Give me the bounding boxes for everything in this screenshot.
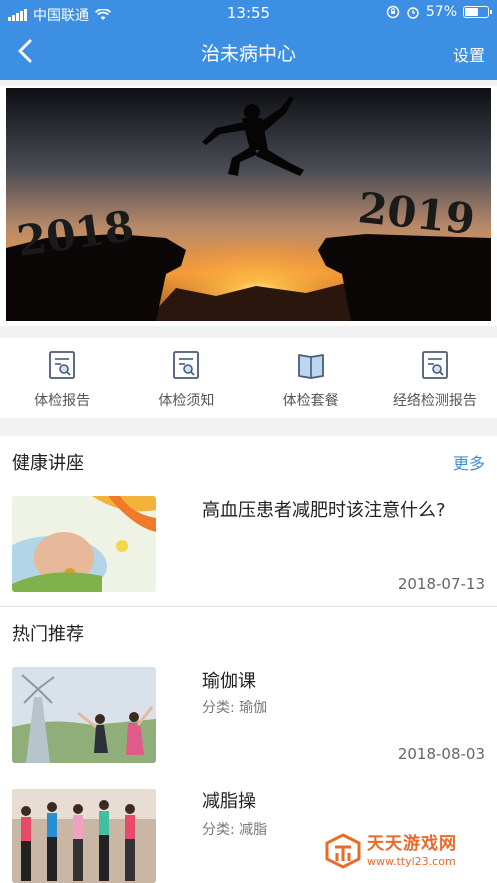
lectures-more-link[interactable]: 更多 (453, 450, 485, 474)
hot-header: 热门推荐 (0, 607, 497, 655)
status-bar: 中国联通 13:55 57% (0, 0, 497, 26)
lectures-header: 健康讲座 更多 (0, 436, 497, 484)
package-book-icon (297, 354, 324, 379)
battery-percent: 57% (425, 4, 457, 20)
yoga-thumbnail (12, 667, 156, 763)
quick-menu: 体检报告 体检须知 体检套餐 经络检测报告 (0, 338, 497, 418)
report-search-icon (49, 351, 76, 379)
rotation-lock-icon (386, 5, 400, 19)
watermark-url: www.ttyl23.com (367, 854, 456, 868)
settings-button[interactable]: 设置 (453, 42, 485, 66)
banner[interactable]: 2018 2019 (0, 86, 497, 326)
quick-item-label: 经络检测报告 (392, 393, 477, 409)
quick-item-label: 体检须知 (158, 393, 215, 409)
meridian-report-icon (421, 351, 448, 379)
lecture-item[interactable]: 高血压患者减肥时该注意什么? 2018-07-13 (0, 484, 497, 606)
hot-title: 热门推荐 (12, 624, 84, 645)
quick-item-exam-package[interactable]: 体检套餐 (249, 338, 373, 418)
nav-bar: 治未病中心 设置 (0, 26, 497, 80)
watermark-logo-icon (325, 833, 361, 869)
fat-burn-thumbnail (12, 789, 156, 883)
notice-search-icon (173, 351, 200, 379)
fat-burn-category: 分类: 减脂 (202, 822, 268, 838)
quick-item-exam-notice[interactable]: 体检须知 (124, 338, 248, 418)
watermark-title: 天天游戏网 (367, 833, 457, 854)
yoga-category: 分类: 瑜伽 (202, 700, 268, 716)
fat-burn-title: 减脂操 (202, 791, 256, 812)
yoga-date: 2018-08-03 (397, 745, 485, 763)
lecture-thumbnail (12, 496, 156, 592)
battery-icon (463, 6, 492, 18)
top-bar: 中国联通 13:55 57% 治未病中心 设置 (0, 0, 497, 80)
lecture-title: 高血压患者减肥时该注意什么? (202, 500, 446, 521)
yoga-title: 瑜伽课 (202, 671, 256, 692)
lectures-title: 健康讲座 (12, 453, 84, 474)
quick-item-label: 体检套餐 (282, 393, 339, 409)
watermark: 天天游戏网 www.ttyl23.com (325, 833, 457, 869)
hot-item-yoga[interactable]: 瑜伽课 分类: 瑜伽 2018-08-03 (0, 655, 497, 775)
quick-item-exam-report[interactable]: 体检报告 (0, 338, 124, 418)
alarm-icon (407, 7, 419, 19)
quick-item-meridian-report[interactable]: 经络检测报告 (373, 338, 497, 418)
page-title: 治未病中心 (200, 43, 296, 65)
lecture-date: 2018-07-13 (397, 575, 485, 593)
banner-image: 2018 2019 (6, 88, 491, 321)
quick-item-label: 体检报告 (34, 393, 91, 409)
